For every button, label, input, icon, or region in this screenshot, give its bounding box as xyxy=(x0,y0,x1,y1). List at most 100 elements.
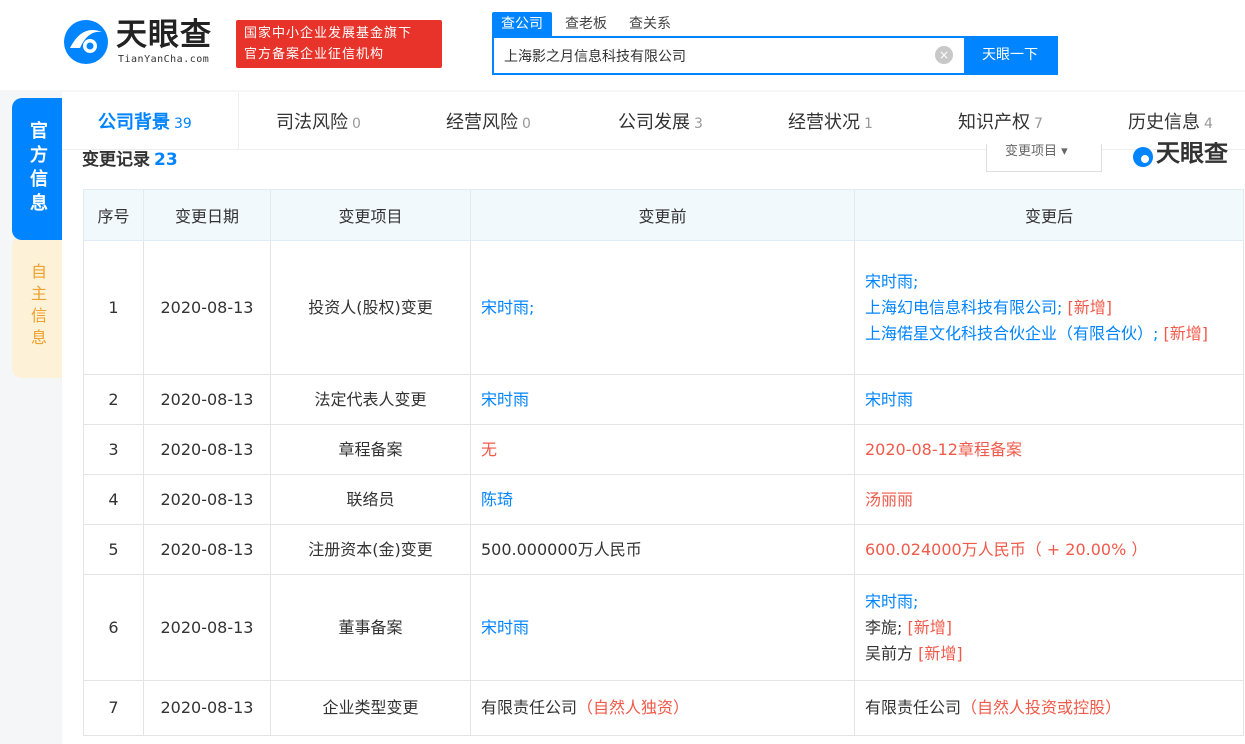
tab-count: 39 xyxy=(174,116,192,132)
tab-count: 3 xyxy=(694,116,703,132)
search-box: × 天眼一下 xyxy=(492,36,1058,75)
tab-count: 7 xyxy=(1034,116,1043,132)
added-tag: [新增] xyxy=(902,617,952,637)
search-tab-relation[interactable]: 查关系 xyxy=(620,12,680,36)
side-tab-self-label: 自主信息 xyxy=(28,263,47,351)
value-after: 600.024000万人民币（ + 20.00% ） xyxy=(854,524,1244,575)
value-after: 汤丽丽 xyxy=(854,474,1244,525)
value-after: 有限责任公司（自然人投资或控股） xyxy=(854,680,1244,736)
row-index: 2 xyxy=(83,374,144,425)
after-line: 汤丽丽 xyxy=(865,487,1233,513)
change-records-table: 序号 变更日期 变更项目 变更前 变更后 1 2020-08-13 投资人(股权)变… xyxy=(83,189,1244,736)
before-segment[interactable]: 宋时雨 xyxy=(481,390,529,409)
eye-logo-icon xyxy=(1133,147,1153,167)
after-segment: 控股） xyxy=(1073,698,1122,717)
change-date: 2020-08-13 xyxy=(143,474,271,525)
change-item: 法定代表人变更 xyxy=(270,374,471,425)
tab-intellectual-property[interactable]: 知识产权 7 xyxy=(958,92,1043,150)
after-segment[interactable]: 宋时雨; xyxy=(865,272,918,291)
tab-count: 4 xyxy=(1204,116,1213,132)
badge-line-1: 国家中小企业发展基金旗下 xyxy=(244,26,413,41)
after-segment: 或 xyxy=(1057,698,1074,717)
nav-divider xyxy=(238,92,239,150)
table-row: 6 2020-08-13 董事备案 宋时雨 宋时雨; 李旎; [新增] 吴前方 [新增] xyxy=(83,574,1244,681)
after-segment: 有限责任公司 xyxy=(865,698,962,717)
after-line: 宋时雨; xyxy=(865,269,1233,295)
after-segment: 李旎; xyxy=(865,617,903,637)
section-title: 变更记录 23 xyxy=(82,148,178,170)
badge-line-2: 官方备案企业征信机构 xyxy=(244,47,385,62)
table-body: 1 2020-08-13 投资人(股权)变更 宋时雨; 宋时雨; 上海幻电信息科技有限公司… xyxy=(83,240,1244,736)
side-tab-self-info[interactable]: 自主信息 xyxy=(12,236,62,378)
after-segment: 汤丽丽 xyxy=(865,489,914,509)
eye-logo-icon xyxy=(64,20,108,64)
tab-judicial-risk[interactable]: 司法风险 0 xyxy=(276,92,361,150)
after-line: 宋时雨; xyxy=(865,589,1233,615)
side-tab-official-info[interactable]: 官方信息 xyxy=(12,98,62,240)
before-segment[interactable]: 宋时雨 xyxy=(481,618,529,637)
tab-operating-status[interactable]: 经营状况 1 xyxy=(788,92,873,150)
row-index: 4 xyxy=(83,474,144,525)
change-item: 投资人(股权)变更 xyxy=(270,240,471,375)
search-tab-boss[interactable]: 查老板 xyxy=(556,12,616,36)
value-before: 500.000000万人民币 xyxy=(470,524,855,575)
page: 天眼查 TianYanCha.com 国家中小企业发展基金旗下 官方备案企业征信… xyxy=(0,0,1245,744)
tab-count: 0 xyxy=(352,116,361,132)
table-row: 1 2020-08-13 投资人(股权)变更 宋时雨; 宋时雨; 上海幻电信息科技有限公司… xyxy=(83,240,1244,375)
search-input[interactable] xyxy=(494,38,956,73)
change-item-filter[interactable]: 变更项目 ▾ xyxy=(986,144,1102,172)
row-index: 1 xyxy=(83,240,144,375)
before-segment: 无 xyxy=(481,439,498,459)
tianyancha-logo[interactable]: 天眼查 TianYanCha.com xyxy=(62,14,230,70)
logo-name: 天眼查 xyxy=(116,17,212,53)
tab-label: 公司发展 xyxy=(618,112,690,133)
before-segment: 独 xyxy=(641,698,658,717)
tab-company-development[interactable]: 公司发展 3 xyxy=(618,92,703,150)
row-index: 3 xyxy=(83,424,144,475)
row-index: 5 xyxy=(83,524,144,575)
tab-operating-risk[interactable]: 经营风险 0 xyxy=(446,92,531,150)
value-after: 宋时雨; 上海幻电信息科技有限公司; [新增] 上海偌星文化科技合伙企业（有限合伙）… xyxy=(854,240,1244,375)
after-line: 李旎; [新增] xyxy=(865,615,1233,641)
change-date: 2020-08-13 xyxy=(143,574,271,681)
after-line: 上海幻电信息科技有限公司; [新增] xyxy=(865,295,1233,321)
after-segment: 吴前方 xyxy=(865,643,914,663)
after-line: 600.024000万人民币（ + 20.00% ） xyxy=(865,537,1233,563)
section-title-label: 变更记录 xyxy=(82,150,150,170)
tab-company-background[interactable]: 公司背景 39 xyxy=(98,92,192,150)
header-item: 变更项目 xyxy=(270,189,471,241)
clear-icon[interactable]: × xyxy=(935,46,953,64)
after-segment[interactable]: 上海幻电信息科技有限公司; xyxy=(865,298,1062,317)
value-before: 宋时雨; xyxy=(470,240,855,375)
value-after: 2020-08-12章程备案 xyxy=(854,424,1244,475)
after-segment: 2020-08-12章程备案 xyxy=(865,439,1022,459)
added-tag: [新增] xyxy=(1062,297,1112,317)
search-tab-company[interactable]: 查公司 xyxy=(492,12,552,36)
added-tag: [新增] xyxy=(913,643,963,663)
tab-label: 公司背景 xyxy=(98,112,170,133)
value-after: 宋时雨 xyxy=(854,374,1244,425)
tab-count: 1 xyxy=(864,116,873,132)
side-tab-official-label: 官方信息 xyxy=(27,121,48,217)
header-date: 变更日期 xyxy=(143,189,271,241)
after-segment[interactable]: 宋时雨 xyxy=(865,390,913,409)
value-after: 宋时雨; 李旎; [新增] 吴前方 [新增] xyxy=(854,574,1244,681)
search-area: 查公司 查老板 查关系 × 天眼一下 xyxy=(492,12,1058,76)
after-segment: 600.024000万人民币（ + 20.00% ） xyxy=(865,539,1148,559)
official-badge: 国家中小企业发展基金旗下 官方备案企业征信机构 xyxy=(236,20,442,68)
added-tag: [新增] xyxy=(1158,323,1208,343)
after-segment[interactable]: 上海偌星文化科技合伙企业（有限合伙）; xyxy=(865,324,1158,343)
category-nav: 公司背景 39 司法风险 0 经营风险 0 公司发展 3 经营状况 1 知识产权 7 历史信… xyxy=(62,92,1245,150)
value-before: 宋时雨 xyxy=(470,374,855,425)
tab-label: 历史信息 xyxy=(1128,112,1200,133)
after-segment[interactable]: 宋时雨; xyxy=(865,592,918,611)
search-button[interactable]: 天眼一下 xyxy=(964,38,1056,73)
search-tabs: 查公司 查老板 查关系 xyxy=(492,12,684,36)
before-segment[interactable]: 陈琦 xyxy=(481,490,513,509)
tab-label: 知识产权 xyxy=(958,112,1030,133)
row-index: 6 xyxy=(83,574,144,681)
table-row: 5 2020-08-13 注册资本(金)变更 500.000000万人民币 600.02… xyxy=(83,524,1244,575)
table-row: 3 2020-08-13 章程备案无 2020-08-12章程备案 xyxy=(83,424,1244,475)
change-date: 2020-08-13 xyxy=(143,680,271,736)
before-segment[interactable]: 宋时雨; xyxy=(481,298,534,317)
